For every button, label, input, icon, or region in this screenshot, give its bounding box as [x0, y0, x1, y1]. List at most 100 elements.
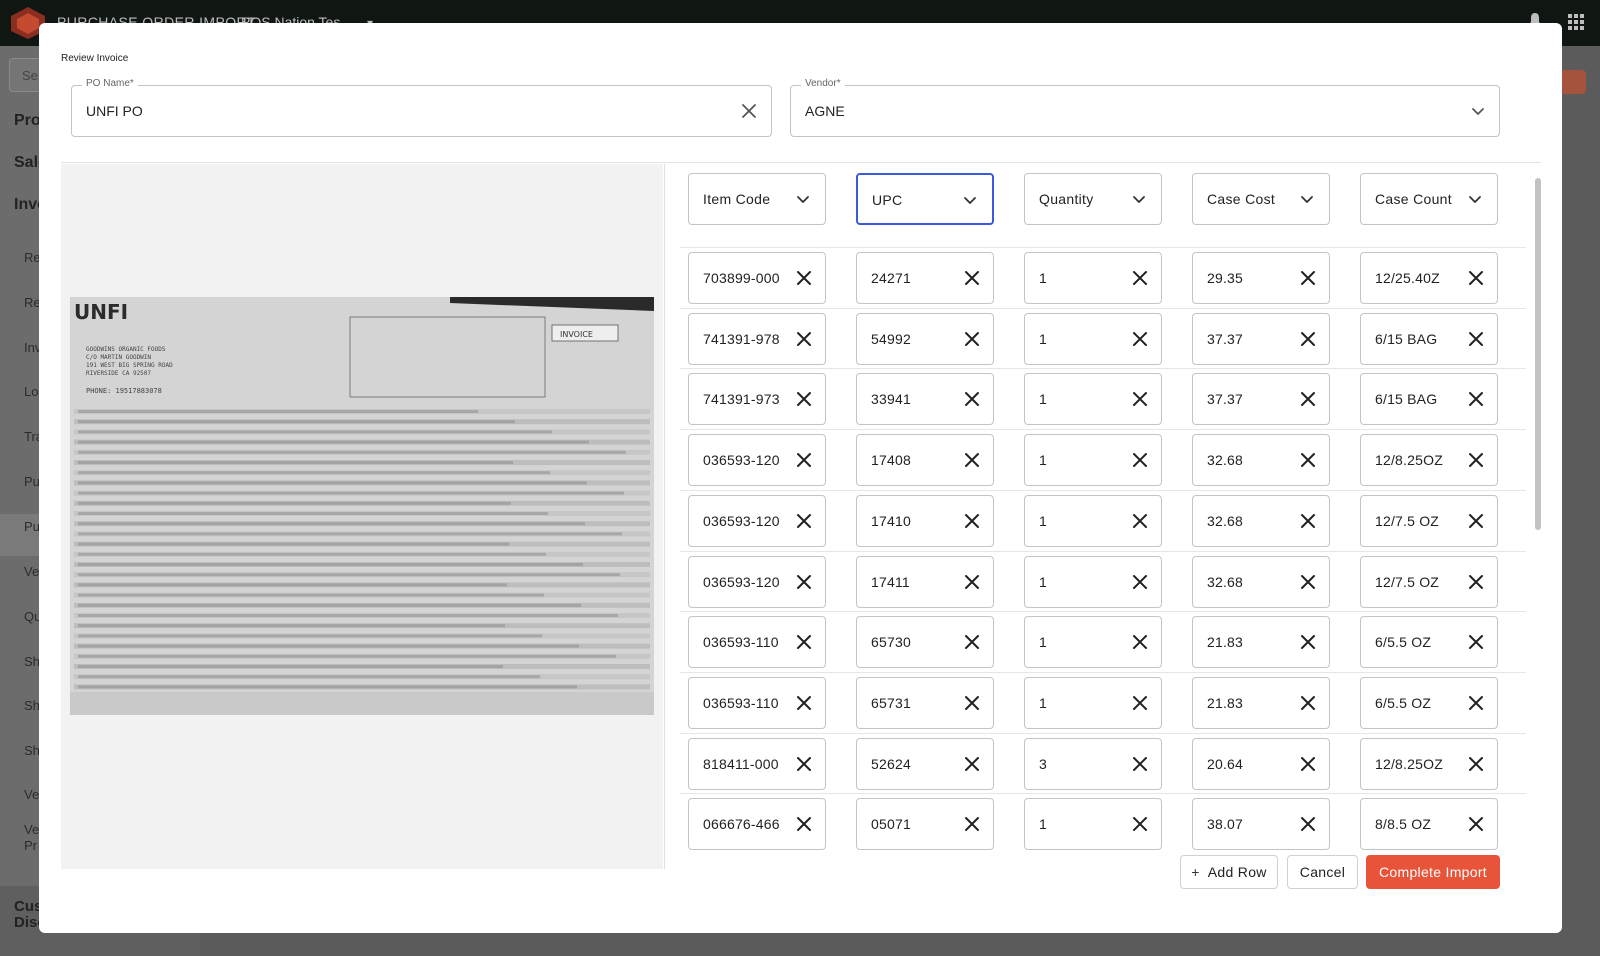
close-icon[interactable] — [1299, 815, 1317, 834]
close-icon[interactable] — [795, 269, 813, 287]
chevron-down-icon[interactable] — [1131, 191, 1147, 207]
item-code-input[interactable]: 703899-000 — [688, 252, 826, 304]
close-icon[interactable] — [795, 754, 813, 773]
upc-input[interactable]: 54992 — [856, 312, 994, 365]
upc-value[interactable]: 52624 — [871, 756, 911, 772]
close-icon[interactable] — [1299, 572, 1317, 591]
quantity-input[interactable]: 1 — [1024, 616, 1162, 669]
item-code-value[interactable]: 036593-110 — [703, 695, 779, 711]
column-header-case-count[interactable]: Case Count — [1360, 173, 1498, 225]
case-cost-value[interactable]: 29.35 — [1207, 270, 1243, 286]
quantity-value[interactable]: 1 — [1039, 391, 1047, 407]
close-icon[interactable] — [1299, 390, 1317, 409]
case-cost-input[interactable]: 29.35 — [1192, 252, 1330, 304]
close-icon[interactable] — [1131, 329, 1149, 348]
close-icon[interactable] — [1467, 572, 1485, 591]
close-icon[interactable] — [795, 329, 813, 348]
quantity-input[interactable]: 1 — [1024, 798, 1162, 851]
upc-value[interactable]: 24271 — [871, 270, 911, 286]
close-icon[interactable] — [1131, 451, 1149, 470]
close-icon[interactable] — [1467, 633, 1485, 652]
table-scrollbar-thumb[interactable] — [1535, 178, 1541, 530]
item-code-input[interactable]: 741391-978 — [688, 312, 826, 365]
case-cost-value[interactable]: 21.83 — [1207, 695, 1243, 711]
close-icon[interactable] — [1299, 451, 1317, 470]
quantity-value[interactable]: 3 — [1039, 756, 1047, 772]
quantity-value[interactable]: 1 — [1039, 695, 1047, 711]
case-count-input[interactable]: 12/25.40Z — [1360, 252, 1498, 304]
case-cost-value[interactable]: 21.83 — [1207, 634, 1243, 650]
upc-value[interactable]: 17411 — [871, 574, 910, 590]
po-name-field[interactable]: PO Name* UNFI PO — [71, 78, 772, 137]
close-icon[interactable] — [1299, 269, 1317, 287]
item-code-value[interactable]: 741391-978 — [703, 331, 780, 347]
close-icon[interactable] — [795, 572, 813, 591]
close-icon[interactable] — [963, 390, 981, 409]
close-icon[interactable] — [795, 633, 813, 652]
upc-input[interactable]: 65731 — [856, 676, 994, 729]
close-icon[interactable] — [1131, 633, 1149, 652]
close-icon[interactable] — [1299, 511, 1317, 530]
upc-input[interactable]: 17410 — [856, 494, 994, 547]
case-count-input[interactable]: 12/7.5 OZ — [1360, 494, 1498, 547]
chevron-down-icon[interactable] — [1469, 102, 1487, 120]
close-icon[interactable] — [963, 572, 981, 591]
close-icon[interactable] — [1467, 511, 1485, 530]
upc-input[interactable]: 17411 — [856, 555, 994, 608]
item-code-input[interactable]: 036593-110 — [688, 676, 826, 729]
case-cost-value[interactable]: 38.07 — [1207, 816, 1243, 832]
item-code-input[interactable]: 066676-466 — [688, 798, 826, 851]
close-icon[interactable] — [795, 511, 813, 530]
quantity-input[interactable]: 1 — [1024, 252, 1162, 304]
close-icon[interactable] — [1131, 511, 1149, 530]
column-header-case-cost[interactable]: Case Cost — [1192, 173, 1330, 225]
close-icon[interactable] — [963, 511, 981, 530]
item-code-value[interactable]: 703899-000 — [703, 270, 780, 286]
quantity-value[interactable]: 1 — [1039, 513, 1047, 529]
close-icon[interactable] — [1131, 815, 1149, 834]
item-code-value[interactable]: 036593-120 — [703, 574, 780, 590]
apps-grid-icon[interactable] — [1568, 14, 1584, 30]
close-icon[interactable] — [1299, 693, 1317, 712]
case-cost-input[interactable]: 32.68 — [1192, 434, 1330, 487]
item-code-value[interactable]: 066676-466 — [703, 816, 780, 832]
close-icon[interactable] — [963, 269, 981, 287]
case-count-input[interactable]: 6/5.5 OZ — [1360, 676, 1498, 729]
case-cost-input[interactable]: 32.68 — [1192, 555, 1330, 608]
upc-input[interactable]: 17408 — [856, 434, 994, 487]
quantity-input[interactable]: 1 — [1024, 555, 1162, 608]
upc-input[interactable]: 05071 — [856, 798, 994, 851]
case-count-value[interactable]: 12/8.25OZ — [1375, 452, 1443, 468]
case-cost-input[interactable]: 21.83 — [1192, 616, 1330, 669]
quantity-value[interactable]: 1 — [1039, 270, 1047, 286]
case-count-input[interactable]: 12/8.25OZ — [1360, 434, 1498, 487]
case-count-value[interactable]: 6/5.5 OZ — [1375, 695, 1431, 711]
close-icon[interactable] — [795, 451, 813, 470]
close-icon[interactable] — [1131, 269, 1149, 287]
item-code-value[interactable]: 036593-110 — [703, 634, 779, 650]
vendor-select[interactable]: Vendor* AGNE — [790, 78, 1500, 137]
close-icon[interactable] — [1467, 390, 1485, 409]
quantity-value[interactable]: 1 — [1039, 331, 1047, 347]
upc-input[interactable]: 33941 — [856, 373, 994, 426]
close-icon[interactable] — [963, 815, 981, 834]
case-count-value[interactable]: 6/15 BAG — [1375, 391, 1437, 407]
case-count-value[interactable]: 12/25.40Z — [1375, 270, 1440, 286]
case-cost-value[interactable]: 20.64 — [1207, 756, 1243, 772]
case-cost-value[interactable]: 32.68 — [1207, 452, 1243, 468]
case-cost-input[interactable]: 32.68 — [1192, 494, 1330, 547]
close-icon[interactable] — [963, 754, 981, 773]
close-icon[interactable] — [963, 693, 981, 712]
case-cost-input[interactable]: 37.37 — [1192, 373, 1330, 426]
cancel-button[interactable]: Cancel — [1287, 855, 1358, 889]
close-icon[interactable] — [1131, 693, 1149, 712]
case-cost-input[interactable]: 38.07 — [1192, 798, 1330, 851]
close-icon[interactable] — [1299, 633, 1317, 652]
case-cost-value[interactable]: 37.37 — [1207, 391, 1243, 407]
close-icon[interactable] — [1131, 390, 1149, 409]
case-count-input[interactable]: 6/15 BAG — [1360, 312, 1498, 365]
close-icon[interactable] — [1131, 754, 1149, 773]
upc-value[interactable]: 17410 — [871, 513, 911, 529]
column-header-quantity[interactable]: Quantity — [1024, 173, 1162, 225]
close-icon[interactable] — [1299, 329, 1317, 348]
